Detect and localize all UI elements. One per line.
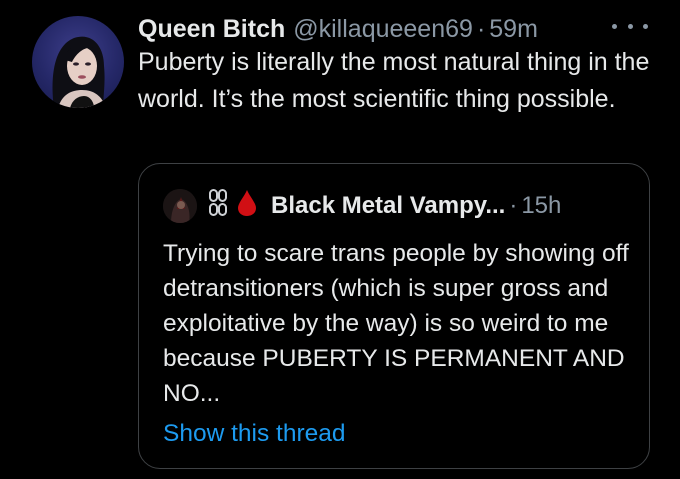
quoted-tweet-timestamp[interactable]: 15h bbox=[521, 192, 561, 220]
avatar-image bbox=[52, 36, 106, 108]
quoted-tweet-header: Black Metal Vampy... · 15h bbox=[163, 186, 561, 226]
show-thread-link[interactable]: Show this thread bbox=[163, 420, 346, 448]
chain-icon bbox=[207, 188, 229, 224]
separator-dot: · bbox=[476, 14, 486, 43]
quoted-author-avatar bbox=[163, 189, 197, 223]
quoted-tweet-card[interactable]: Black Metal Vampy... · 15h Trying to sca… bbox=[138, 163, 650, 469]
avatar[interactable] bbox=[32, 16, 124, 108]
author-display-name[interactable]: Queen Bitch bbox=[138, 15, 285, 44]
blood-drop-icon bbox=[237, 189, 257, 224]
quoted-separator-dot: · bbox=[509, 192, 518, 219]
tweet[interactable]: Queen Bitch @killaqueeen69 · 59m Puberty… bbox=[0, 0, 680, 479]
ellipsis-icon[interactable] bbox=[612, 14, 648, 38]
author-handle[interactable]: @killaqueeen69 bbox=[293, 15, 473, 44]
quoted-tweet-text: Trying to scare trans people by showing … bbox=[163, 240, 629, 407]
tweet-header: Queen Bitch @killaqueeen69 · 59m bbox=[138, 10, 538, 48]
tweet-timestamp[interactable]: 59m bbox=[489, 15, 538, 44]
quoted-author-display-name[interactable]: Black Metal Vampy... bbox=[271, 192, 505, 220]
tweet-text: Puberty is literally the most natural th… bbox=[138, 48, 650, 113]
